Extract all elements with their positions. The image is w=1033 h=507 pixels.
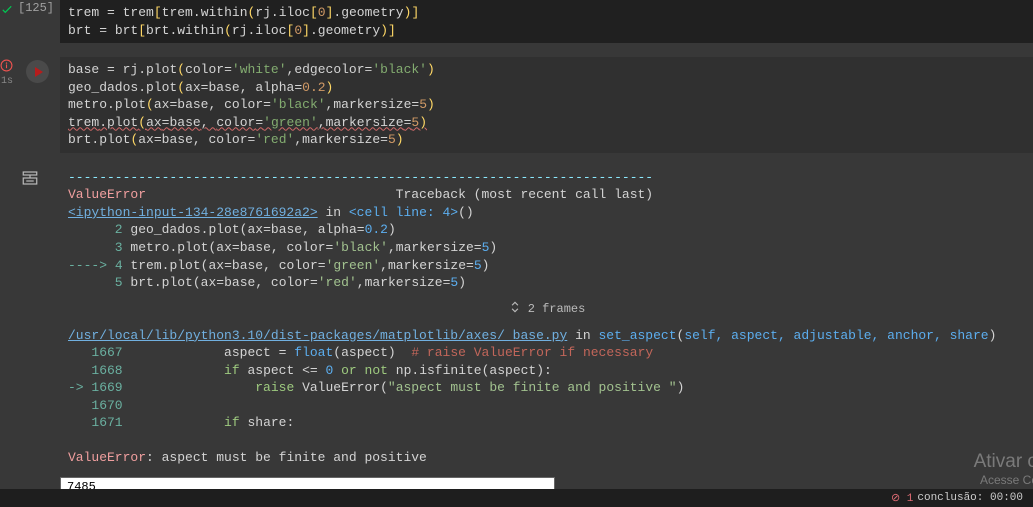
exec-time: 1s (0, 76, 14, 87)
notebook: [125] trem = trem[trem.within(rj.iloc[0]… (0, 0, 1033, 507)
play-icon (35, 67, 43, 77)
error-icon: 1s (0, 59, 14, 73)
traceback-output[interactable]: ----------------------------------------… (60, 165, 1033, 296)
frames-separator[interactable]: 2 frames (60, 296, 1033, 323)
check-icon (0, 2, 14, 16)
code-editor[interactable]: base = rj.plot(color='white',edgecolor='… (60, 57, 1033, 153)
code-editor[interactable]: trem = trem[trem.within(rj.iloc[0].geome… (60, 0, 1033, 43)
chevron-up-down-icon (508, 300, 522, 319)
run-button-wrap (18, 57, 60, 153)
status-error-count[interactable]: ⊘ 1 (891, 491, 913, 505)
code-cell-prev: [125] trem = trem[trem.within(rj.iloc[0]… (0, 0, 1033, 43)
traceback-link[interactable]: <ipython-input-134-28e8761692a2> (68, 205, 318, 220)
traceback-output-2[interactable]: /usr/local/lib/python3.10/dist-packages/… (60, 323, 1033, 471)
status-completion-time: conclusão: 00:00 (917, 492, 1023, 504)
traceback-link-2[interactable]: /usr/local/lib/python3.10/dist-packages/… (68, 328, 567, 343)
frames-label: 2 frames (528, 302, 586, 316)
output-toggle-icon[interactable] (21, 169, 39, 187)
output-cell: ----------------------------------------… (0, 165, 1033, 497)
execution-count: [125] (18, 0, 60, 43)
status-bar: ⊘ 1 conclusão: 00:00 (0, 489, 1033, 507)
run-button[interactable] (26, 60, 49, 83)
code-cell: 1s base = rj.plot(color='white',edgecolo… (0, 57, 1033, 153)
